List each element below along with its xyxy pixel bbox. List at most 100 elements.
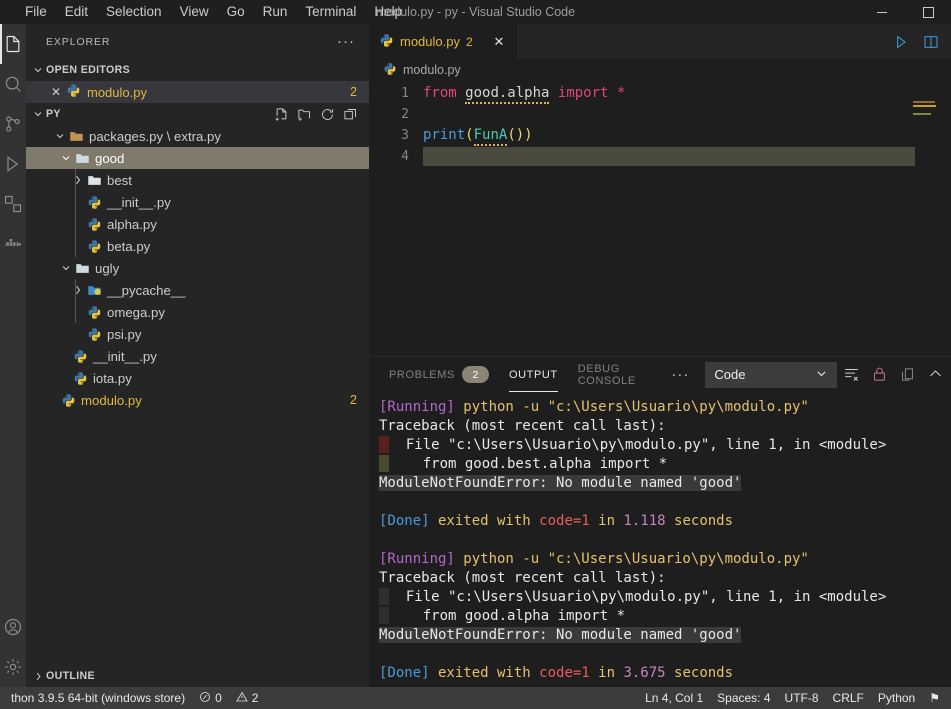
status-errors[interactable]: 0 [192, 687, 229, 709]
collapse-all-icon[interactable] [340, 104, 361, 124]
activity-search[interactable] [0, 64, 26, 104]
minimize-button[interactable] [859, 0, 905, 24]
open-editors-header[interactable]: OPEN EDITORS [26, 59, 369, 81]
breadcrumb[interactable]: modulo.py [369, 59, 951, 81]
activity-bar [0, 24, 26, 687]
output-stripe [379, 455, 389, 472]
activity-accounts[interactable] [0, 607, 26, 647]
tree-row-omega[interactable]: omega.py [26, 301, 369, 323]
chevron-down-icon[interactable] [53, 130, 67, 142]
editor-area: modulo.py 2 ✕ modulo.py 1 from good.alph… [369, 24, 951, 687]
split-panel-icon[interactable] [893, 362, 921, 388]
output-done-suffix: seconds [665, 513, 734, 529]
output-file-line: File "c:\Users\Usuario\py\modulo.py", li… [389, 589, 887, 605]
status-errors-count: 0 [215, 691, 222, 705]
tree-row-best[interactable]: best [26, 169, 369, 191]
source-control-icon [3, 114, 23, 134]
output-done-mid: in [589, 513, 624, 529]
panel-more-actions[interactable]: ··· [661, 367, 699, 382]
output-command: python -u "c:\Users\Usuario\py\modulo.py… [454, 551, 809, 567]
status-line-endings[interactable]: CRLF [826, 687, 871, 709]
activity-source-control[interactable] [0, 104, 26, 144]
tree-row-alpha[interactable]: alpha.py [26, 213, 369, 235]
activity-docker[interactable] [0, 224, 26, 264]
chevron-right-icon[interactable] [71, 174, 85, 186]
menu-help[interactable]: Help [365, 1, 411, 23]
minimap[interactable] [913, 81, 937, 356]
menu-view[interactable]: View [171, 1, 218, 23]
tab-debug-console[interactable]: DEBUG CONSOLE [568, 357, 662, 392]
code-line-2: 2 [369, 104, 951, 125]
tree-label: beta.py [107, 238, 151, 254]
chevron-down-icon[interactable] [59, 152, 73, 164]
tab-output[interactable]: OUTPUT [499, 357, 568, 392]
chevron-down-icon [30, 106, 46, 122]
new-file-icon[interactable] [271, 104, 292, 124]
tree-row-good[interactable]: good [26, 147, 369, 169]
chevron-right-icon[interactable] [71, 284, 85, 296]
tree-row-beta[interactable]: beta.py [26, 235, 369, 257]
chevron-down-icon[interactable] [59, 262, 73, 274]
lock-scroll-icon[interactable] [865, 362, 893, 388]
menu-run[interactable]: Run [254, 1, 297, 23]
menu-go[interactable]: Go [218, 1, 254, 23]
refresh-icon[interactable] [317, 104, 338, 124]
tree-row-init-good[interactable]: __init__.py [26, 191, 369, 213]
extensions-icon [3, 194, 23, 214]
new-folder-icon[interactable] [294, 104, 315, 124]
maximize-panel-icon[interactable] [921, 362, 949, 388]
token-module: good.alpha [465, 85, 550, 104]
status-notifications[interactable]: ⚑ [922, 687, 947, 709]
file-tree[interactable]: packages.py \ extra.py good best __init_… [26, 125, 369, 665]
menu-selection[interactable]: Selection [97, 1, 171, 23]
output-channel-select[interactable]: Code [705, 361, 837, 388]
clear-output-icon[interactable] [837, 362, 865, 388]
tree-row-init-root[interactable]: __init__.py [26, 345, 369, 367]
tree-row-ugly[interactable]: ugly [26, 257, 369, 279]
editor-scrollbar[interactable] [937, 81, 951, 356]
python-icon [71, 349, 90, 364]
menu-file[interactable]: File [16, 1, 56, 23]
status-language-mode[interactable]: Python [871, 687, 922, 709]
outline-header[interactable]: OUTLINE [26, 665, 369, 687]
activity-explorer[interactable] [0, 24, 26, 64]
status-encoding[interactable]: UTF-8 [778, 687, 826, 709]
status-warnings[interactable]: 2 [229, 687, 266, 709]
cache-folder-icon [85, 283, 104, 298]
title-bar: File Edit Selection View Go Run Terminal… [0, 0, 951, 24]
python-icon [85, 217, 104, 232]
menu-terminal[interactable]: Terminal [296, 1, 365, 23]
menu-edit[interactable]: Edit [56, 1, 97, 23]
status-indentation[interactable]: Spaces: 4 [710, 687, 777, 709]
tree-label: best [107, 172, 132, 188]
tree-row-packages[interactable]: packages.py \ extra.py [26, 125, 369, 147]
activity-settings[interactable] [0, 647, 26, 687]
activity-run-debug[interactable] [0, 144, 26, 184]
output-channel-value: Code [714, 367, 746, 382]
close-icon[interactable]: ✕ [491, 34, 507, 50]
output-content[interactable]: [Running] python -u "c:\Users\Usuario\py… [369, 392, 951, 687]
tab-modulo-py[interactable]: modulo.py 2 ✕ [369, 24, 518, 59]
output-code-line: from good.alpha import * [389, 608, 626, 624]
run-debug-icon [3, 154, 23, 174]
sidebar-more-actions[interactable]: ··· [331, 34, 361, 49]
tree-row-iota[interactable]: iota.py [26, 367, 369, 389]
workspace-header[interactable]: PY [26, 103, 369, 125]
tree-row-psi[interactable]: psi.py [26, 323, 369, 345]
panel-header: PROBLEMS 2 OUTPUT DEBUG CONSOLE ··· Code [369, 357, 951, 392]
tree-row-modulo[interactable]: modulo.py 2 [26, 389, 369, 411]
tab-problems[interactable]: PROBLEMS 2 [379, 357, 499, 392]
open-editor-item-modulo[interactable]: ✕ modulo.py 2 [26, 81, 369, 103]
status-python-interpreter[interactable]: thon 3.9.5 64-bit (windows store) [4, 687, 192, 709]
status-cursor-position[interactable]: Ln 4, Col 1 [638, 687, 710, 709]
split-editor-icon[interactable] [917, 28, 945, 56]
python-icon [85, 327, 104, 342]
activity-extensions[interactable] [0, 184, 26, 224]
code-editor[interactable]: 1 from good.alpha import * 2 3 print(Fun… [369, 81, 951, 356]
close-icon[interactable]: ✕ [48, 84, 64, 100]
tree-row-pycache[interactable]: __pycache__ [26, 279, 369, 301]
run-python-file-icon[interactable] [887, 28, 915, 56]
folder-icon [85, 173, 104, 188]
maximize-button[interactable] [905, 0, 951, 24]
folder-icon [73, 151, 92, 166]
